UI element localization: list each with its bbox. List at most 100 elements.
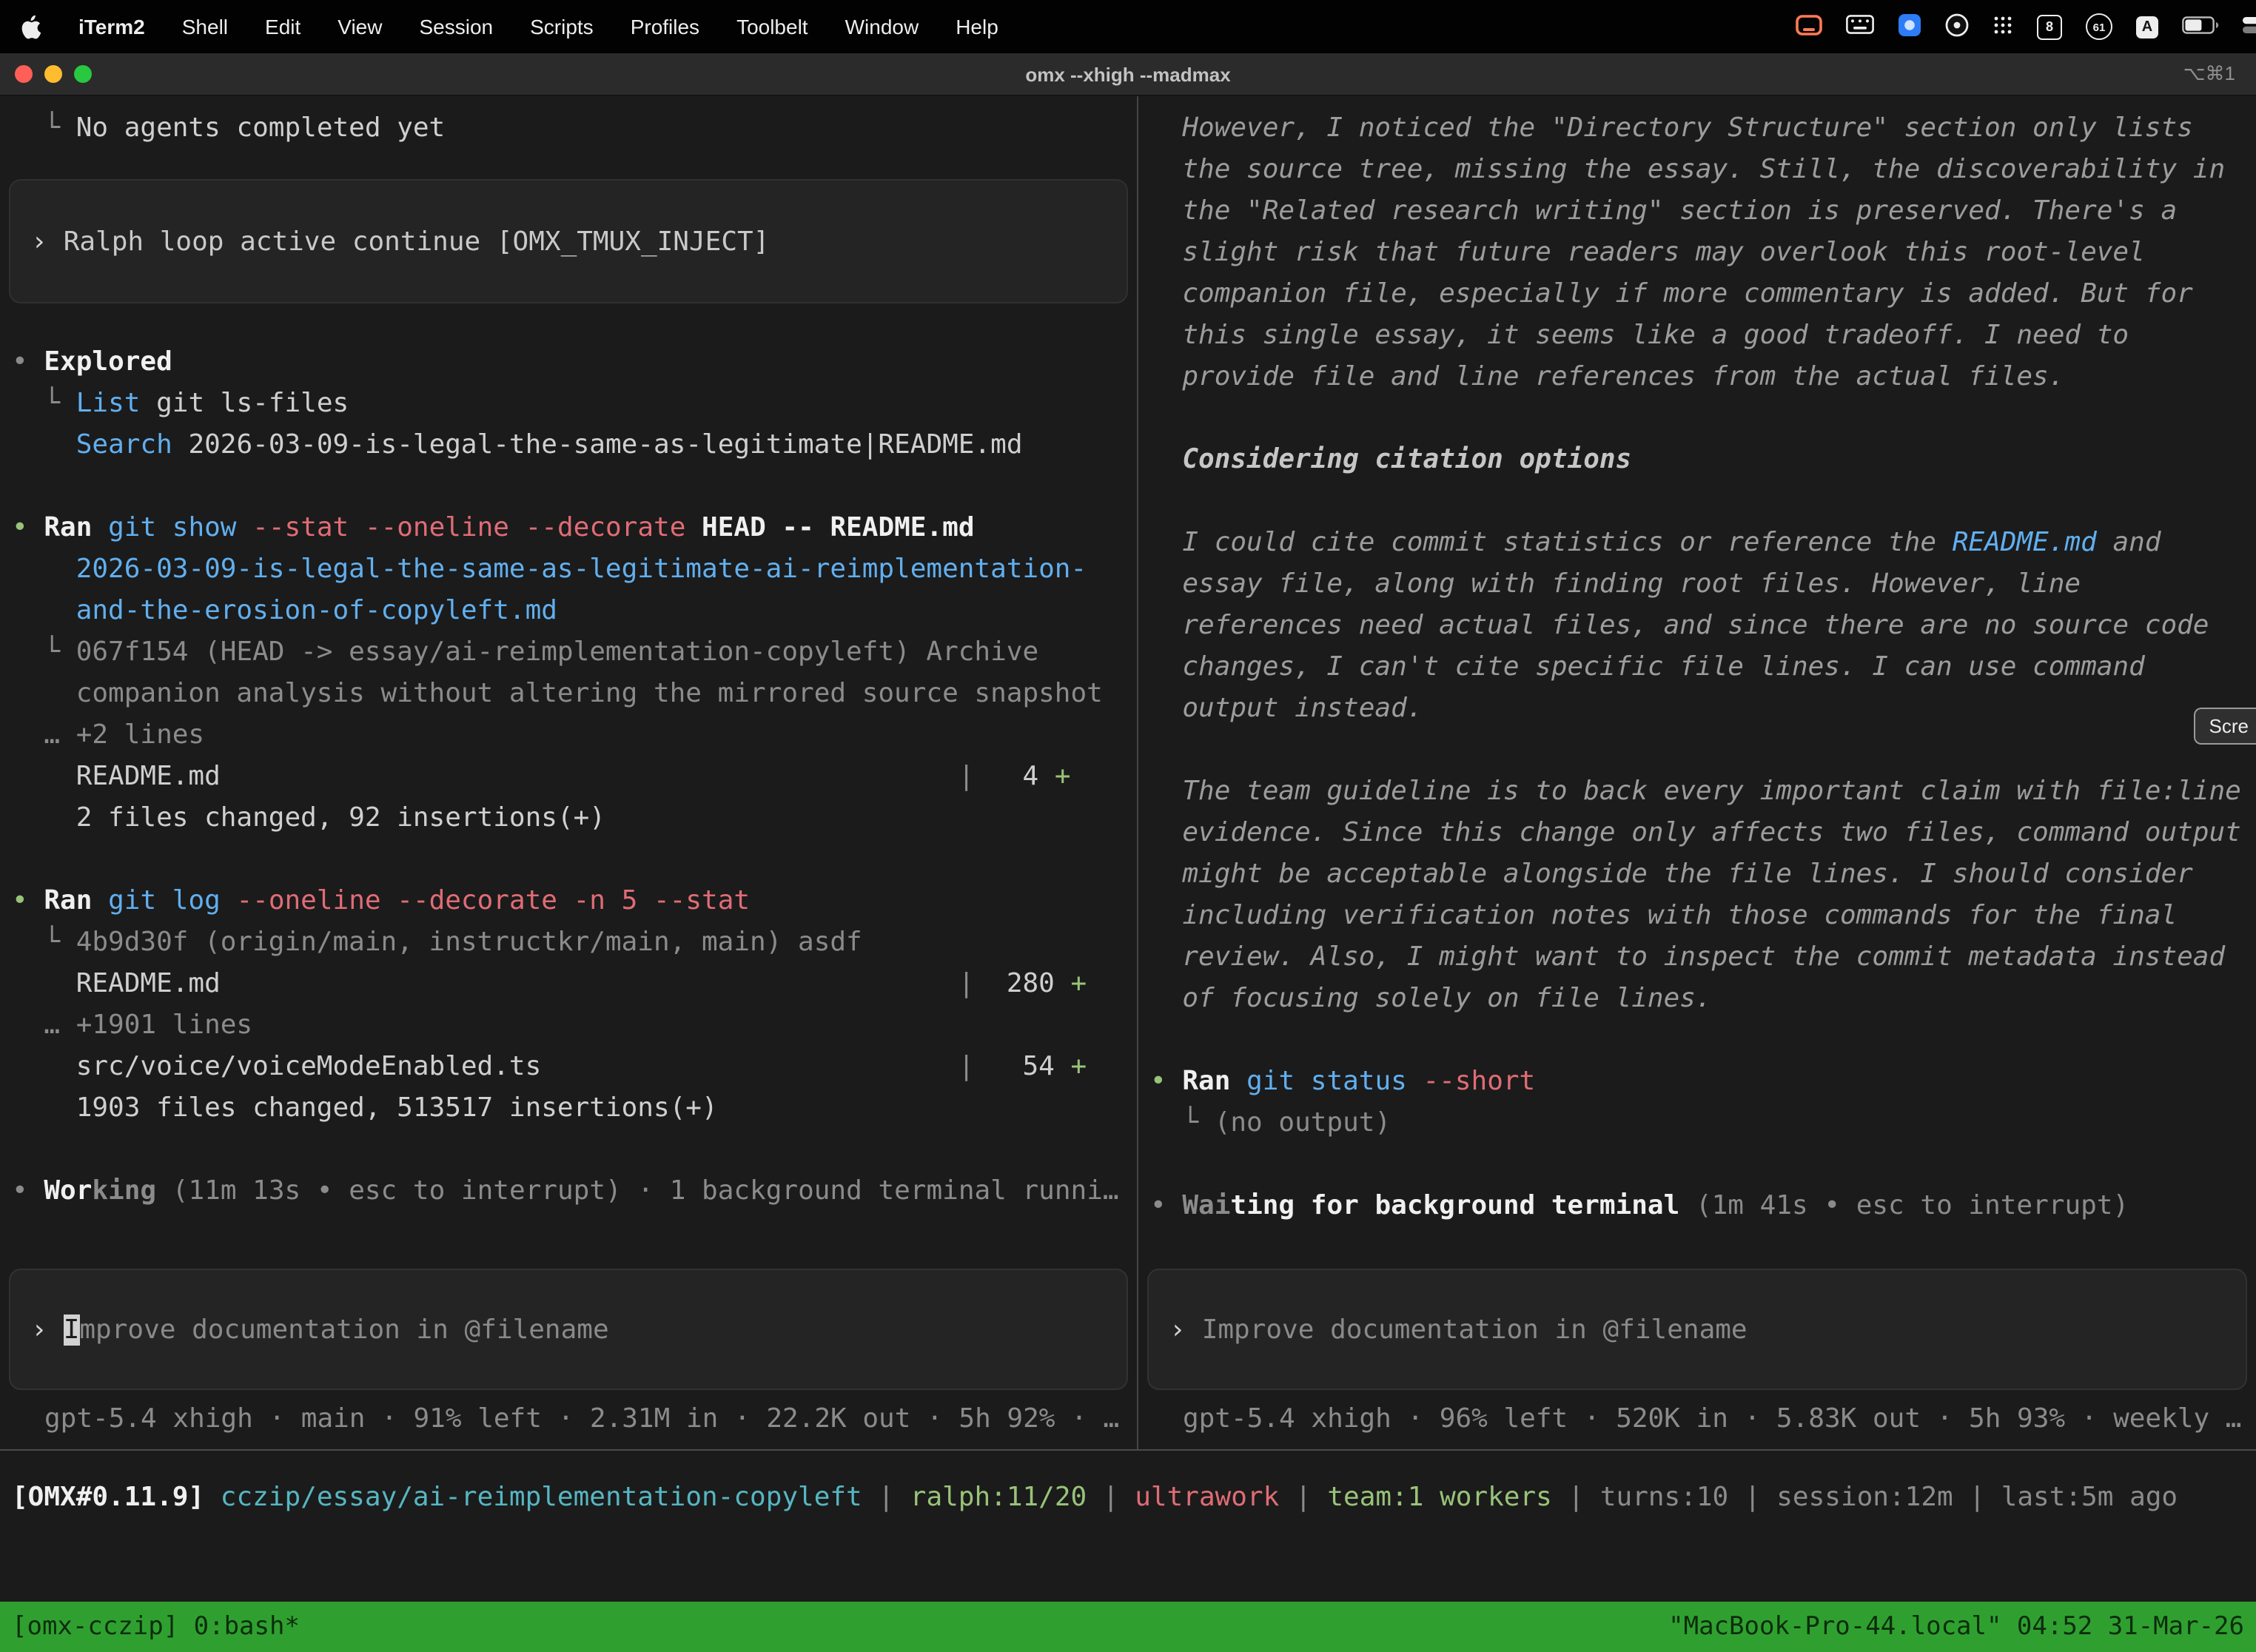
menu-item-scripts[interactable]: Scripts [530, 15, 594, 38]
right-agent-transcript: However, I noticed the "Directory Struct… [1138, 108, 2256, 1227]
prompt-caret: › [1169, 1314, 1186, 1345]
terminal-line: of focusing solely on file lines. [1138, 978, 2256, 1020]
terminal-line: The team guideline is to back every impo… [1138, 771, 2256, 813]
tmux-host-clock: "MacBook-Pro-44.local" 04:52 31-Mar-26 [1668, 1612, 2244, 1642]
model-status-line-left: gpt-5.4 xhigh · main · 91% left · 2.31M … [0, 1390, 1137, 1449]
input-source-icon[interactable]: A [2136, 16, 2158, 38]
terminal-line: README.md | 4 + [0, 756, 1137, 798]
terminal-line: README.md | 280 + [0, 964, 1137, 1005]
terminal-line: However, I noticed the "Directory Struct… [1138, 108, 2256, 150]
screen: iTerm2 Shell Edit View Session Scripts P… [0, 0, 2256, 1652]
model-status-line-right: gpt-5.4 xhigh · 96% left · 520K in · 5.8… [1138, 1390, 2256, 1449]
left-scrollback-top: └ No agents completed yet [0, 108, 1137, 150]
terminal-line: references need actual files, and since … [1138, 605, 2256, 647]
terminal-line: └ (no output) [1138, 1103, 2256, 1144]
terminal-line: Search 2026-03-09-is-legal-the-same-as-l… [0, 425, 1137, 466]
terminal-line: and-the-erosion-of-copyleft.md [0, 591, 1137, 632]
prompt-caret: › [31, 226, 47, 257]
dark-app-icon[interactable] [1945, 13, 1969, 41]
zoom-button[interactable] [74, 65, 92, 83]
terminal-line [0, 466, 1137, 508]
terminal-line: • Ran git status --short [1138, 1061, 2256, 1103]
menu-item-iterm2[interactable]: iTerm2 [78, 15, 145, 38]
terminal-line: … +2 lines [0, 715, 1137, 756]
injected-message-text: Ralph loop active continue [OMX_TMUX_INJ… [64, 226, 770, 257]
terminal-line: provide file and line references from th… [1138, 357, 2256, 398]
apple-menu-icon[interactable] [21, 14, 41, 39]
minimize-button[interactable] [44, 65, 62, 83]
traffic-lights [0, 65, 92, 83]
menu-item-toolbelt[interactable]: Toolbelt [736, 15, 808, 38]
menu-item-edit[interactable]: Edit [265, 15, 301, 38]
terminal-line: the source tree, missing the essay. Stil… [1138, 150, 2256, 191]
terminal-line: essay file, along with finding root file… [1138, 564, 2256, 605]
right-agent-pane: However, I noticed the "Directory Struct… [1138, 96, 2256, 1449]
omx-status-bar: [OMX#0.11.9] cczip/essay/ai-reimplementa… [0, 1449, 2256, 1602]
terminal-line: output instead. [1138, 688, 2256, 730]
input-text: Improve documentation in @filename [1202, 1314, 1748, 1345]
terminal-line [1138, 398, 2256, 440]
tmux-panes: └ No agents completed yet › Ralph loop a… [0, 96, 2256, 1449]
screen-edge-tooltip[interactable]: Scre [2195, 708, 2256, 745]
terminal-line: └ 067f154 (HEAD -> essay/ai-reimplementa… [0, 632, 1137, 674]
battery-icon[interactable] [2182, 15, 2219, 38]
text-cursor: I [64, 1314, 80, 1345]
terminal-line: might be acceptable alongside the file l… [1138, 854, 2256, 896]
close-button[interactable] [15, 65, 33, 83]
terminal-line: • Waiting for background terminal (1m 41… [1138, 1186, 2256, 1227]
left-agent-transcript: • Explored └ List git ls-files Search 20… [0, 342, 1137, 1212]
terminal-line: • Ran git show --stat --oneline --decora… [0, 508, 1137, 549]
terminal-line: 1903 files changed, 513517 insertions(+) [0, 1088, 1137, 1129]
terminal-line: • Ran git log --oneline --decorate -n 5 … [0, 881, 1137, 922]
tmux-status-bar: [omx-cczip] 0:bash* "MacBook-Pro-44.loca… [0, 1602, 2256, 1652]
left-agent-pane: └ No agents completed yet › Ralph loop a… [0, 96, 1137, 1449]
terminal-line [1138, 1144, 2256, 1186]
terminal-line: Considering citation options [1138, 440, 2256, 481]
left-pane-footer: › I mprove documentation in @filename gp… [0, 1269, 1137, 1449]
terminal-line: [OMX#0.11.9] cczip/essay/ai-reimplementa… [0, 1477, 2256, 1519]
terminal-line: changes, I can't cite specific file line… [1138, 647, 2256, 688]
control-center-icon[interactable] [2243, 15, 2256, 38]
right-pane-footer: › Improve documentation in @filename gpt… [1138, 1269, 2256, 1449]
terminal-line: └ 4b9d30f (origin/main, instructkr/main,… [0, 922, 1137, 964]
dots-grid-icon[interactable] [1993, 14, 2013, 39]
terminal-line: I could cite commit statistics or refere… [1138, 523, 2256, 564]
terminal-line: └ No agents completed yet [0, 108, 1137, 150]
terminal-line: 2026-03-09-is-legal-the-same-as-legitima… [0, 549, 1137, 591]
tmux-session-window: [omx-cczip] 0:bash* [12, 1612, 300, 1642]
macos-menu-bar: iTerm2 Shell Edit View Session Scripts P… [0, 0, 2256, 53]
blue-app-icon[interactable] [1898, 13, 1921, 41]
terminal-line: └ List git ls-files [0, 383, 1137, 425]
battery-gauge-icon[interactable]: 61 [2086, 13, 2112, 40]
terminal-line: slight risk that future readers may over… [1138, 232, 2256, 274]
terminal-line: … +1901 lines [0, 1005, 1137, 1047]
keyboard-icon[interactable] [1846, 15, 1874, 38]
menu-item-window[interactable]: Window [845, 15, 919, 38]
terminal-area: └ No agents completed yet › Ralph loop a… [0, 96, 2256, 1602]
omx-status-line: [OMX#0.11.9] cczip/essay/ai-reimplementa… [0, 1477, 2256, 1519]
terminal-line: src/voice/voiceModeEnabled.ts | 54 + [0, 1047, 1137, 1088]
terminal-line [1138, 730, 2256, 771]
terminal-line [1138, 1020, 2256, 1061]
key-cap-icon[interactable]: 8 [2037, 14, 2062, 39]
message-input-right[interactable]: › Improve documentation in @filename [1147, 1269, 2247, 1390]
terminal-line: • Explored [0, 342, 1137, 383]
menu-item-session[interactable]: Session [419, 15, 493, 38]
terminal-line: the "Related research writing" section i… [1138, 191, 2256, 232]
menu-item-view[interactable]: View [338, 15, 382, 38]
menu-item-profiles[interactable]: Profiles [631, 15, 699, 38]
terminal-line: companion file, especially if more comme… [1138, 274, 2256, 315]
menu-bar-status-icons: 8 61 A [1796, 13, 2256, 41]
window-shortcut: ⌥⌘1 [2183, 62, 2256, 86]
input-text: mprove documentation in @filename [79, 1314, 608, 1345]
terminal-line: companion analysis without altering the … [0, 674, 1137, 715]
message-input-left[interactable]: › I mprove documentation in @filename [9, 1269, 1128, 1390]
terminal-line: review. Also, I might want to inspect th… [1138, 937, 2256, 978]
menu-item-help[interactable]: Help [956, 15, 998, 38]
window-title-bar: omx --xhigh --madmax ⌥⌘1 [0, 53, 2256, 96]
terminal-line [1138, 481, 2256, 523]
terminal-line [0, 839, 1137, 881]
screen-recording-icon[interactable] [1796, 14, 1822, 39]
terminal-line: including verification notes with those … [1138, 896, 2256, 937]
menu-item-shell[interactable]: Shell [182, 15, 228, 38]
